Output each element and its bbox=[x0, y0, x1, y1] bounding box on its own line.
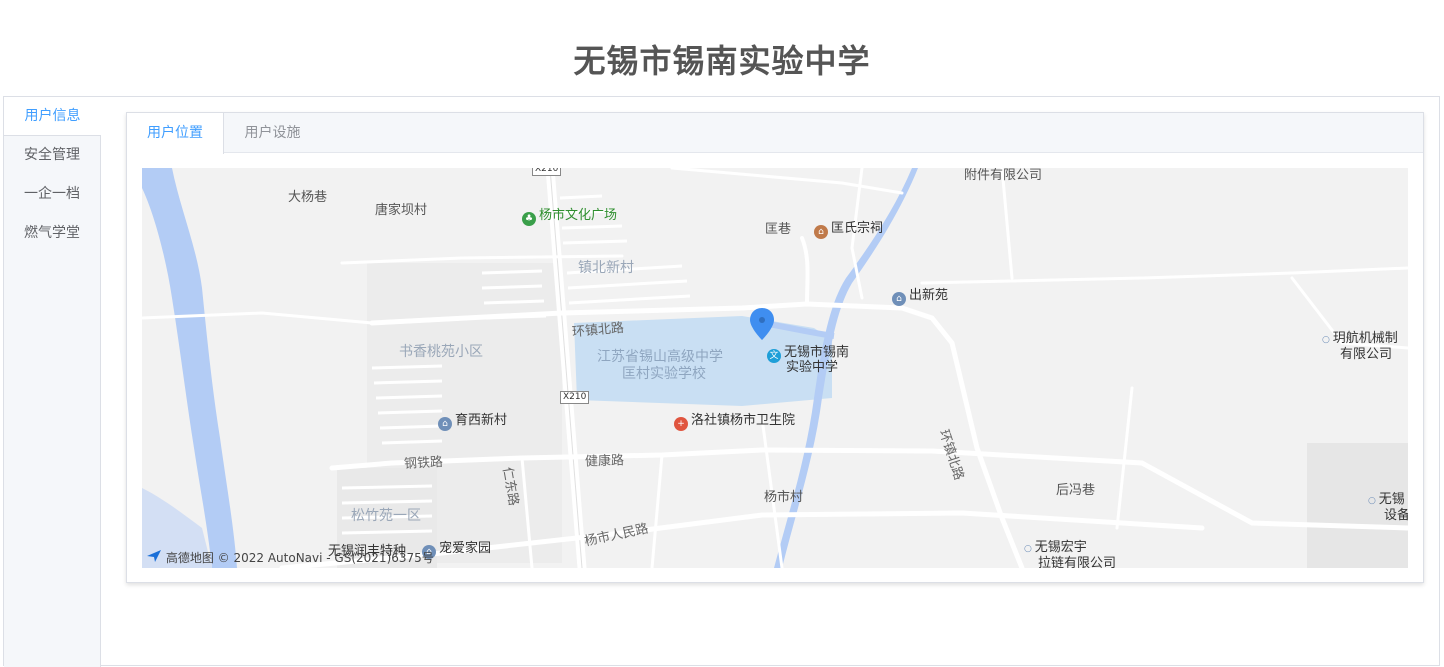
map-provider: 高德地图 bbox=[165, 551, 214, 565]
area-label: 匡村实验学校 bbox=[622, 366, 706, 382]
road-shield: X210 bbox=[532, 168, 562, 176]
road-shield: X210 bbox=[560, 391, 590, 404]
point-icon: ○ bbox=[1368, 496, 1379, 506]
page-title: 无锡市锡南实验中学 bbox=[573, 42, 871, 80]
tab-bar: 用户位置 用户设施 bbox=[127, 113, 1423, 154]
park-icon: ♣ bbox=[522, 212, 536, 226]
map-copyright: 高德地图 © 2022 AutoNavi - GS(2021)6375号 bbox=[146, 549, 434, 566]
sidebar-item-safety[interactable]: 安全管理 bbox=[4, 136, 100, 175]
poi-label: ○ 无锡宏宇 bbox=[1024, 540, 1087, 557]
poi-label: ⌂ 匡氏宗祠 bbox=[814, 221, 883, 239]
poi-label: 设备 bbox=[1384, 508, 1408, 523]
poi-label: ○ 无锡 bbox=[1368, 492, 1405, 509]
place-label: 大杨巷 bbox=[288, 190, 328, 205]
poi-label: ○ 玥航机械制 bbox=[1322, 331, 1398, 348]
poi-text: 无锡宏宇 bbox=[1034, 540, 1087, 555]
school-icon: 文 bbox=[767, 349, 781, 363]
sidebar-item-user-info[interactable]: 用户信息 bbox=[4, 97, 101, 136]
poi-label: ♣ 杨市文化广场 bbox=[522, 208, 617, 226]
residence-icon: ⌂ bbox=[892, 292, 906, 306]
sidebar: 用户信息 安全管理 一企一档 燃气学堂 bbox=[4, 97, 101, 667]
amap-logo-icon bbox=[146, 550, 162, 564]
residence-icon: ⌂ bbox=[438, 417, 452, 431]
poi-text: 出新苑 bbox=[909, 288, 949, 303]
road-label: 钢铁路 bbox=[403, 454, 444, 473]
road-label: 健康路 bbox=[584, 453, 625, 470]
poi-label: 有限公司 bbox=[1340, 347, 1393, 362]
poi-text: 杨市文化广场 bbox=[539, 208, 618, 223]
poi-label: ⌂ 育西新村 bbox=[438, 413, 507, 431]
map-view[interactable]: 附件有限公司 大杨巷 唐家坝村 ♣ 杨市文化广场 匡巷 ⌂ 匡氏宗祠 镇北新村 ⌂ 出… bbox=[142, 168, 1408, 568]
poi-text: 玥航机械制 bbox=[1332, 331, 1398, 346]
place-label: 杨市村 bbox=[764, 490, 804, 505]
poi-label: 拉链有限公司 bbox=[1038, 556, 1117, 568]
poi-label: 实验中学 bbox=[786, 360, 839, 375]
poi-text: 洛社镇杨市卫生院 bbox=[691, 413, 796, 428]
main-panel: 用户信息 安全管理 一企一档 燃气学堂 用户位置 用户设施 附件有限公司 大杨巷… bbox=[3, 96, 1440, 667]
poi-text: 无锡市锡南 bbox=[784, 345, 850, 360]
place-label: 后冯巷 bbox=[1056, 483, 1096, 498]
poi-label: + 洛社镇杨市卫生院 bbox=[674, 413, 795, 431]
poi-label: ⌂ 出新苑 bbox=[892, 288, 948, 306]
place-label: 附件有限公司 bbox=[964, 168, 1043, 183]
poi-text: 匡氏宗祠 bbox=[831, 221, 884, 236]
area-label: 镇北新村 bbox=[578, 260, 634, 276]
content-card: 用户位置 用户设施 附件有限公司 大杨巷 唐家坝村 ♣ 杨市文化广场 匡巷 ⌂ … bbox=[126, 112, 1424, 583]
poi-text: 育西新村 bbox=[455, 413, 508, 428]
sidebar-item-gas-school[interactable]: 燃气学堂 bbox=[4, 214, 100, 253]
area-label: 书香桃苑小区 bbox=[399, 344, 483, 360]
place-label: 唐家坝村 bbox=[375, 203, 428, 218]
tab-user-facilities[interactable]: 用户设施 bbox=[224, 113, 321, 153]
area-label: 江苏省锡山高级中学 bbox=[597, 349, 723, 365]
place-label: 匡巷 bbox=[765, 222, 792, 237]
poi-text: 无锡 bbox=[1378, 492, 1405, 507]
point-icon: ○ bbox=[1322, 335, 1333, 345]
tab-user-location[interactable]: 用户位置 bbox=[127, 113, 224, 154]
sidebar-item-enterprise-file[interactable]: 一企一档 bbox=[4, 175, 100, 214]
temple-icon: ⌂ bbox=[814, 225, 828, 239]
hospital-icon: + bbox=[674, 417, 688, 431]
area-label: 松竹苑一区 bbox=[351, 508, 421, 524]
point-icon: ○ bbox=[1024, 544, 1035, 554]
copyright-text: © 2022 AutoNavi - GS(2021)6375号 bbox=[217, 551, 434, 565]
poi-text: 宠爱家园 bbox=[439, 541, 492, 556]
